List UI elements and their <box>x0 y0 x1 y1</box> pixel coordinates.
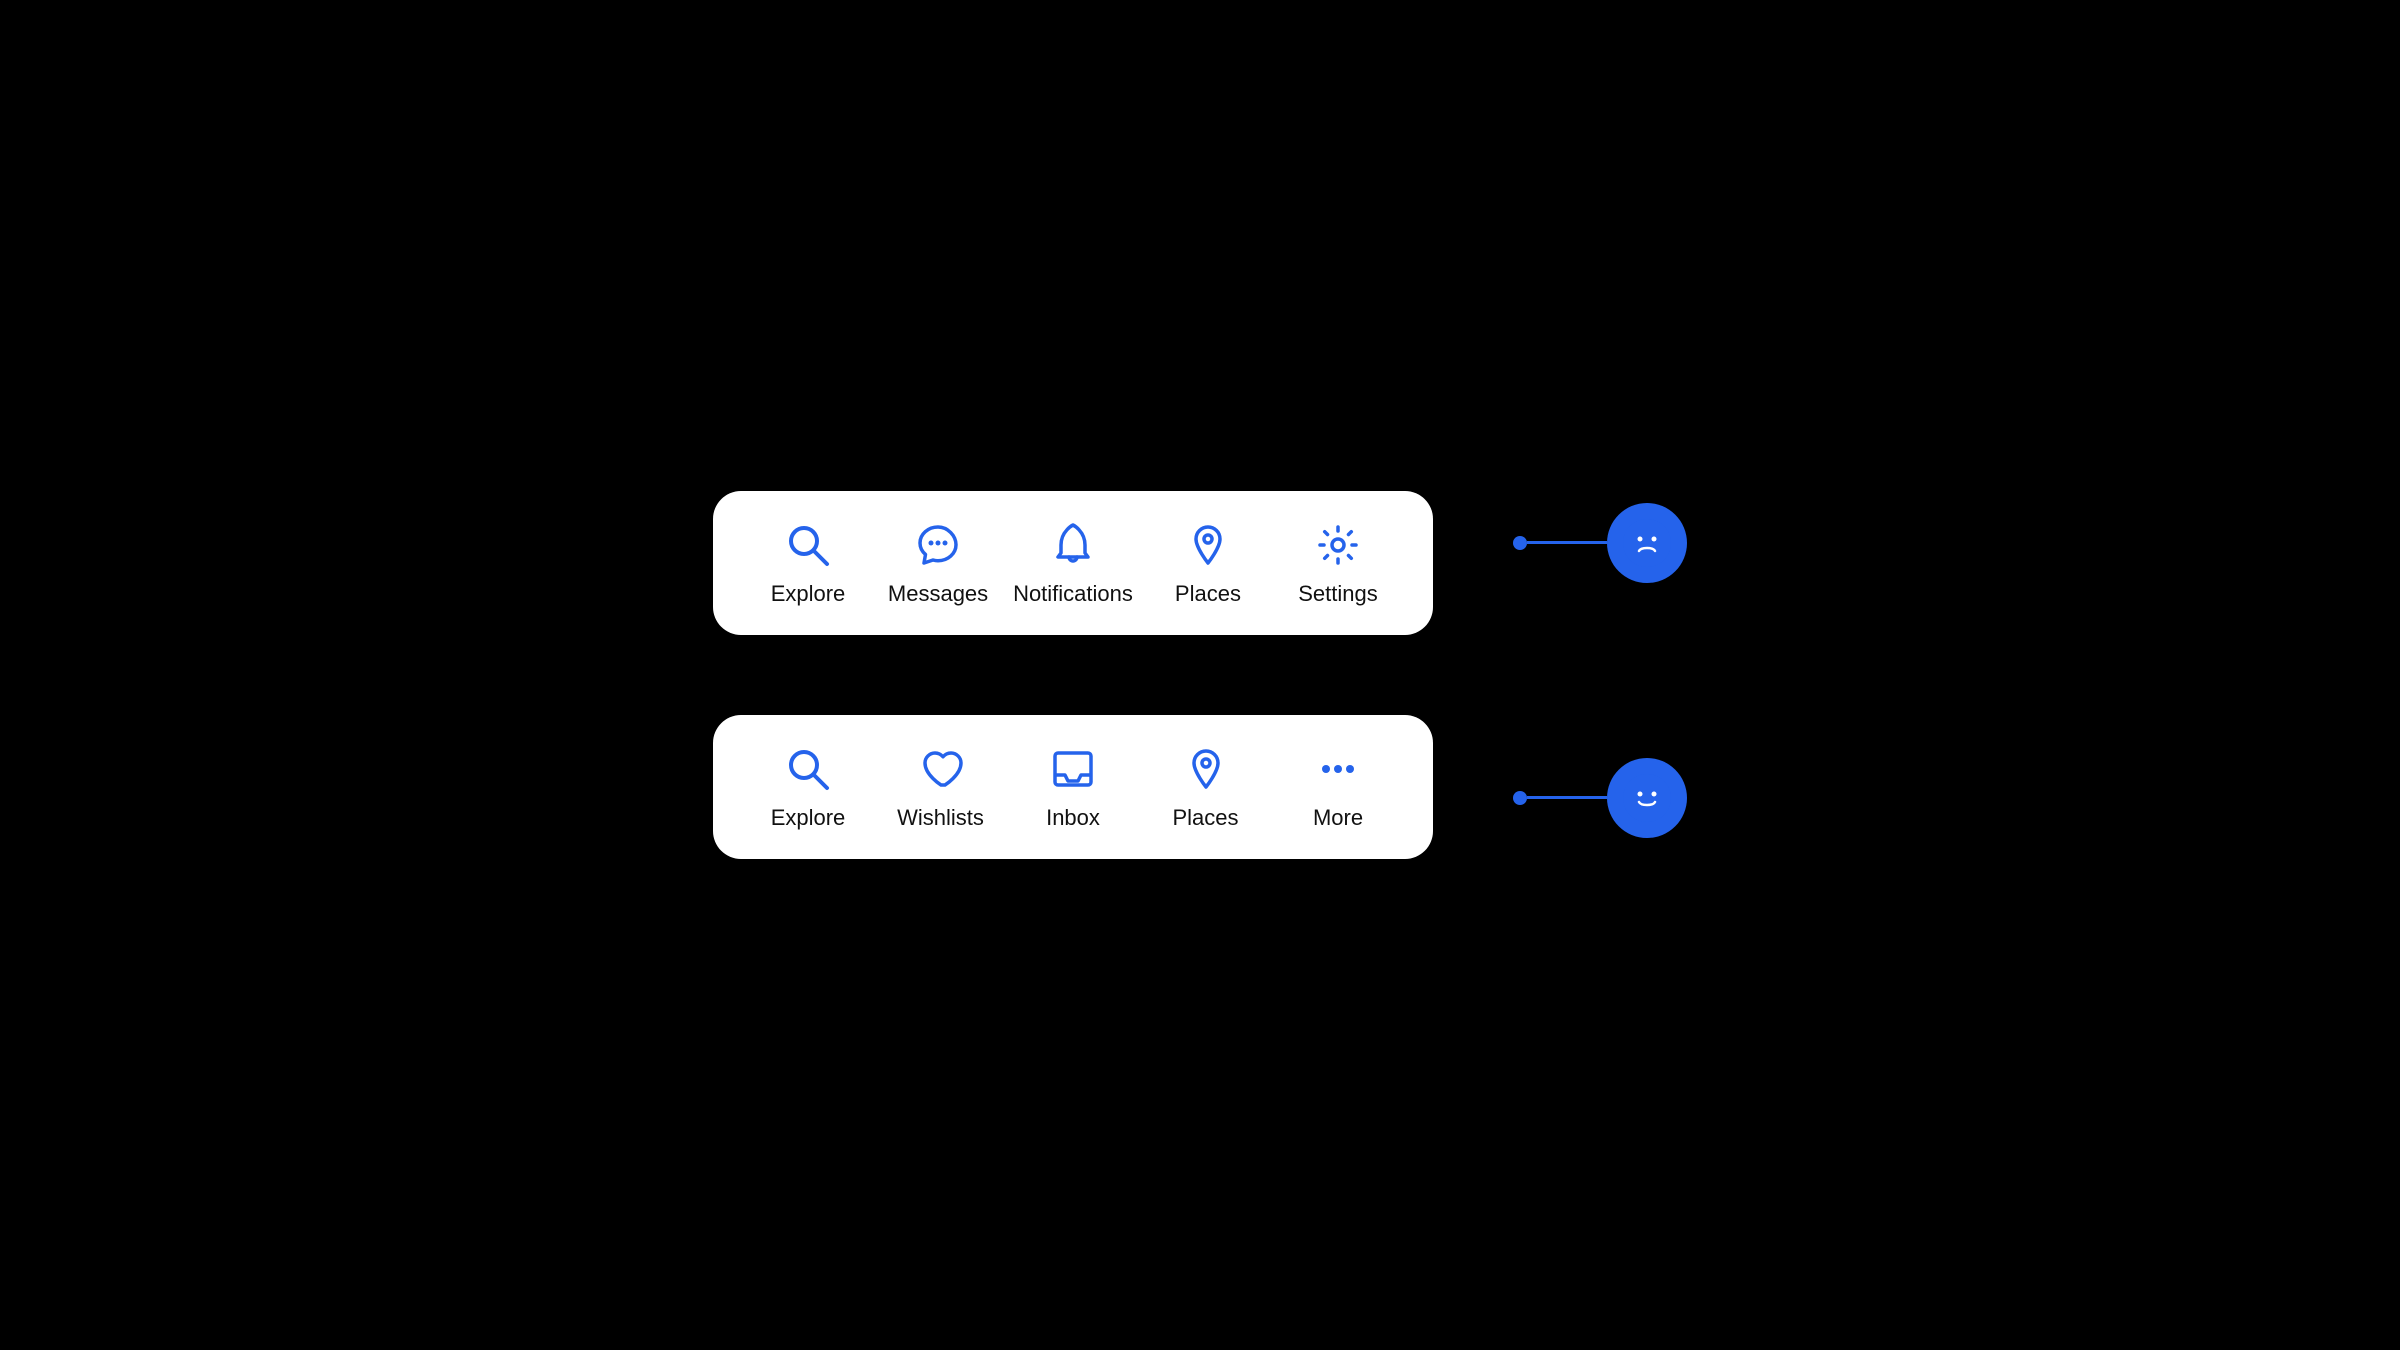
settings-icon <box>1312 519 1364 571</box>
message-circle-icon <box>912 519 964 571</box>
nav-item-explore-top[interactable]: Explore <box>753 519 863 607</box>
bottom-indicator-dot <box>1513 791 1527 805</box>
nav-item-explore-bottom[interactable]: Explore <box>753 743 863 831</box>
more-label: More <box>1313 805 1363 831</box>
nav-item-wishlists[interactable]: Wishlists <box>886 743 996 831</box>
more-icon <box>1312 743 1364 795</box>
sad-face-indicator[interactable] <box>1607 503 1687 583</box>
bottom-navbar: Explore Wishlists Inbox <box>713 715 1433 859</box>
nav-item-inbox[interactable]: Inbox <box>1018 743 1128 831</box>
wishlists-label: Wishlists <box>897 805 984 831</box>
heart-icon <box>915 743 967 795</box>
places-bottom-label: Places <box>1172 805 1238 831</box>
top-indicator-line <box>1527 541 1607 544</box>
settings-label: Settings <box>1298 581 1378 607</box>
explore-top-label: Explore <box>771 581 846 607</box>
bell-icon <box>1047 519 1099 571</box>
nav-item-notifications[interactable]: Notifications <box>1013 519 1133 607</box>
messages-label: Messages <box>888 581 988 607</box>
top-navbar: Explore Messages Notifications <box>713 491 1433 635</box>
indicators-column <box>1513 503 1687 838</box>
happy-face-icon <box>1622 773 1672 823</box>
nav-item-places-bottom[interactable]: Places <box>1151 743 1261 831</box>
nav-bars-column: Explore Messages Notifications <box>713 491 1433 859</box>
bottom-indicator-line <box>1527 796 1607 799</box>
inbox-label: Inbox <box>1046 805 1100 831</box>
places-top-label: Places <box>1175 581 1241 607</box>
nav-item-messages[interactable]: Messages <box>883 519 993 607</box>
top-indicator-dot <box>1513 536 1527 550</box>
nav-item-places-top[interactable]: Places <box>1153 519 1263 607</box>
happy-face-indicator[interactable] <box>1607 758 1687 838</box>
map-pin-top-icon <box>1182 519 1234 571</box>
explore-bottom-label: Explore <box>771 805 846 831</box>
inbox-icon <box>1047 743 1099 795</box>
map-pin-bottom-icon <box>1180 743 1232 795</box>
bottom-indicator-row <box>1513 758 1687 838</box>
sad-face-icon <box>1622 518 1672 568</box>
notifications-label: Notifications <box>1013 581 1133 607</box>
nav-item-settings[interactable]: Settings <box>1283 519 1393 607</box>
main-container: Explore Messages Notifications <box>713 491 1687 859</box>
nav-item-more[interactable]: More <box>1283 743 1393 831</box>
search-icon <box>782 519 834 571</box>
top-indicator-row <box>1513 503 1687 583</box>
search-bottom-icon <box>782 743 834 795</box>
